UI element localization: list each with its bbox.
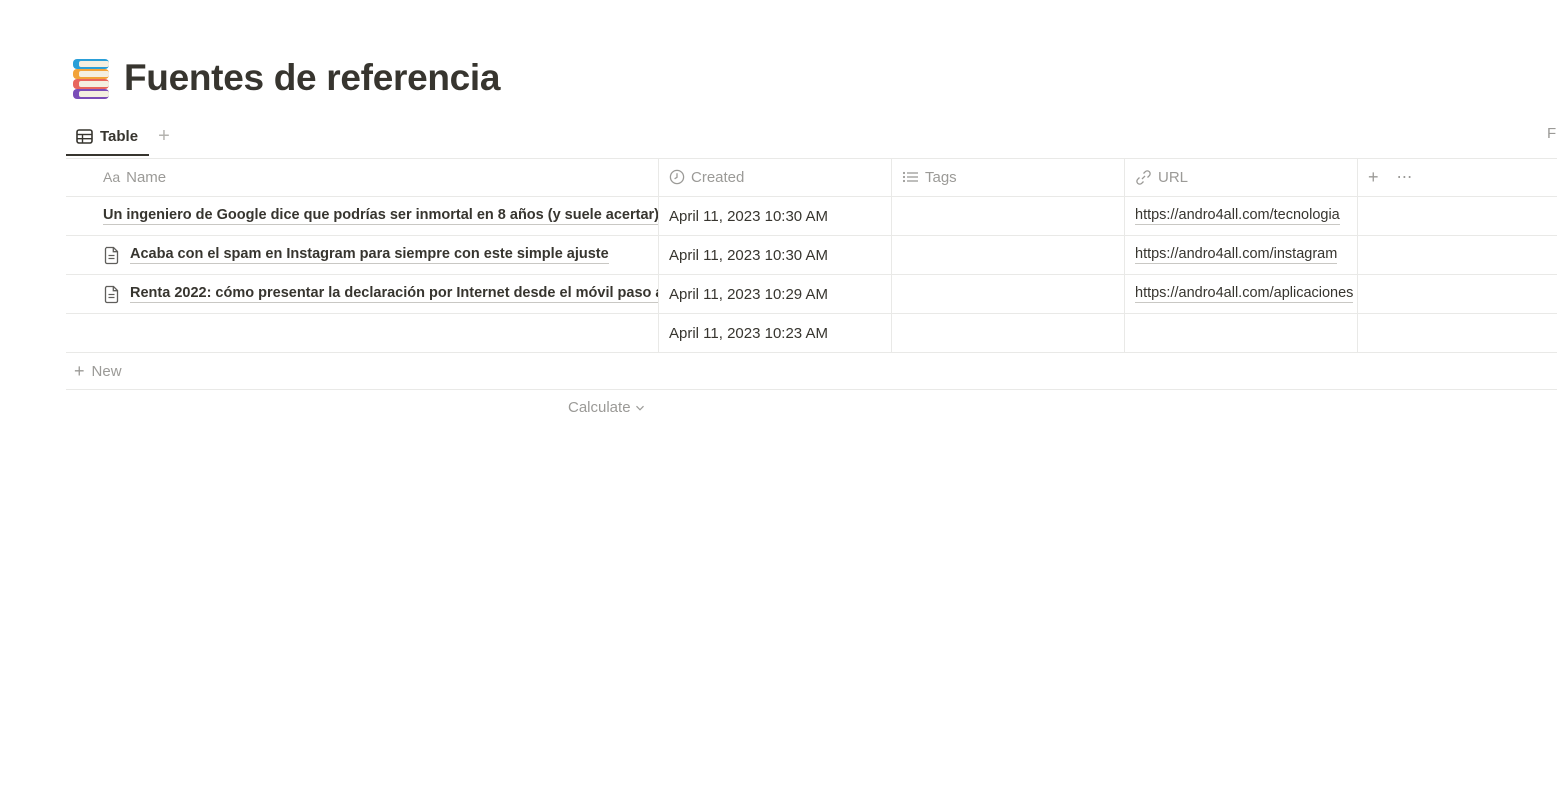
cell-name[interactable]: Renta 2022: cómo presentar la declaració…: [66, 275, 659, 313]
page: Fuentes de referencia Table + Fi Aa Name: [0, 0, 1557, 810]
link-icon: [1135, 169, 1152, 186]
table-row[interactable]: Acaba con el spam en Instagram para siem…: [66, 236, 1557, 275]
cell-url[interactable]: https://andro4all.com/tecnologia: [1125, 197, 1358, 235]
row-title[interactable]: Acaba con el spam en Instagram para siem…: [130, 246, 609, 264]
database-table: Aa Name Created Tags URL + ⋯ Un ingenier…: [66, 158, 1557, 390]
cell-tags[interactable]: [892, 275, 1125, 313]
filter-button[interactable]: Fi: [1547, 125, 1557, 142]
new-label: New: [91, 362, 122, 380]
views-bar: Table + Fi: [66, 118, 1557, 159]
table-header-row: Aa Name Created Tags URL + ⋯: [66, 158, 1557, 197]
table-icon: [76, 128, 93, 144]
cell-name[interactable]: [66, 314, 659, 352]
cell-url[interactable]: https://andro4all.com/instagram: [1125, 236, 1358, 274]
text-type-icon: Aa: [103, 169, 121, 185]
url-link[interactable]: https://andro4all.com/aplicaciones: [1135, 285, 1354, 303]
created-value: April 11, 2023 10:30 AM: [669, 207, 828, 225]
cell-url[interactable]: [1125, 314, 1358, 352]
cell-created[interactable]: April 11, 2023 10:30 AM: [659, 236, 892, 274]
add-view-button[interactable]: +: [154, 126, 174, 146]
url-link[interactable]: https://andro4all.com/tecnologia: [1135, 207, 1340, 225]
chevron-down-icon: [635, 405, 644, 411]
column-header-actions: + ⋯: [1358, 158, 1557, 196]
column-label: Tags: [925, 168, 957, 186]
cell-empty: [1358, 236, 1557, 274]
column-header-created[interactable]: Created: [659, 158, 892, 196]
calculate-label: Calculate: [568, 399, 631, 416]
column-header-name[interactable]: Aa Name: [66, 158, 659, 196]
cell-created[interactable]: April 11, 2023 10:23 AM: [659, 314, 892, 352]
created-value: April 11, 2023 10:29 AM: [669, 285, 828, 303]
cell-created[interactable]: April 11, 2023 10:30 AM: [659, 197, 892, 235]
title-row: Fuentes de referencia: [70, 54, 500, 102]
column-header-tags[interactable]: Tags: [892, 158, 1125, 196]
plus-icon: +: [74, 360, 85, 381]
row-title[interactable]: Un ingeniero de Google dice que podrías …: [103, 207, 658, 225]
document-icon: [104, 246, 119, 264]
cell-tags[interactable]: [892, 197, 1125, 235]
tab-label: Table: [100, 127, 139, 145]
page-title[interactable]: Fuentes de referencia: [124, 57, 500, 99]
cell-tags[interactable]: [892, 236, 1125, 274]
column-label: URL: [1158, 168, 1189, 186]
tab-table[interactable]: Table: [66, 118, 149, 156]
cell-url[interactable]: https://andro4all.com/aplicaciones: [1125, 275, 1358, 313]
books-icon[interactable]: [70, 56, 112, 100]
cell-empty: [1358, 275, 1557, 313]
cell-created[interactable]: April 11, 2023 10:29 AM: [659, 275, 892, 313]
cell-name[interactable]: Acaba con el spam en Instagram para siem…: [66, 236, 659, 274]
table-row[interactable]: April 11, 2023 10:23 AM: [66, 314, 1557, 353]
url-link[interactable]: https://andro4all.com/instagram: [1135, 246, 1338, 264]
cell-empty: [1358, 197, 1557, 235]
row-title[interactable]: Renta 2022: cómo presentar la declaració…: [130, 285, 658, 303]
new-row-button[interactable]: + New: [66, 353, 1557, 390]
cell-empty: [1358, 314, 1557, 352]
document-icon: [104, 285, 119, 303]
created-value: April 11, 2023 10:30 AM: [669, 246, 828, 264]
add-property-button[interactable]: +: [1368, 167, 1379, 188]
table-row[interactable]: Un ingeniero de Google dice que podrías …: [66, 197, 1557, 236]
column-header-url[interactable]: URL: [1125, 158, 1358, 196]
list-icon: [902, 170, 919, 184]
column-label: Name: [126, 168, 167, 186]
ellipsis-icon[interactable]: ⋯: [1397, 167, 1414, 187]
plus-icon: +: [158, 125, 170, 147]
column-label: Created: [691, 168, 745, 186]
cell-tags[interactable]: [892, 314, 1125, 352]
clock-icon: [669, 169, 685, 185]
created-value: April 11, 2023 10:23 AM: [669, 324, 828, 342]
calculate-button[interactable]: Calculate: [568, 399, 645, 416]
table-row[interactable]: Renta 2022: cómo presentar la declaració…: [66, 275, 1557, 314]
cell-name[interactable]: Un ingeniero de Google dice que podrías …: [66, 197, 659, 235]
